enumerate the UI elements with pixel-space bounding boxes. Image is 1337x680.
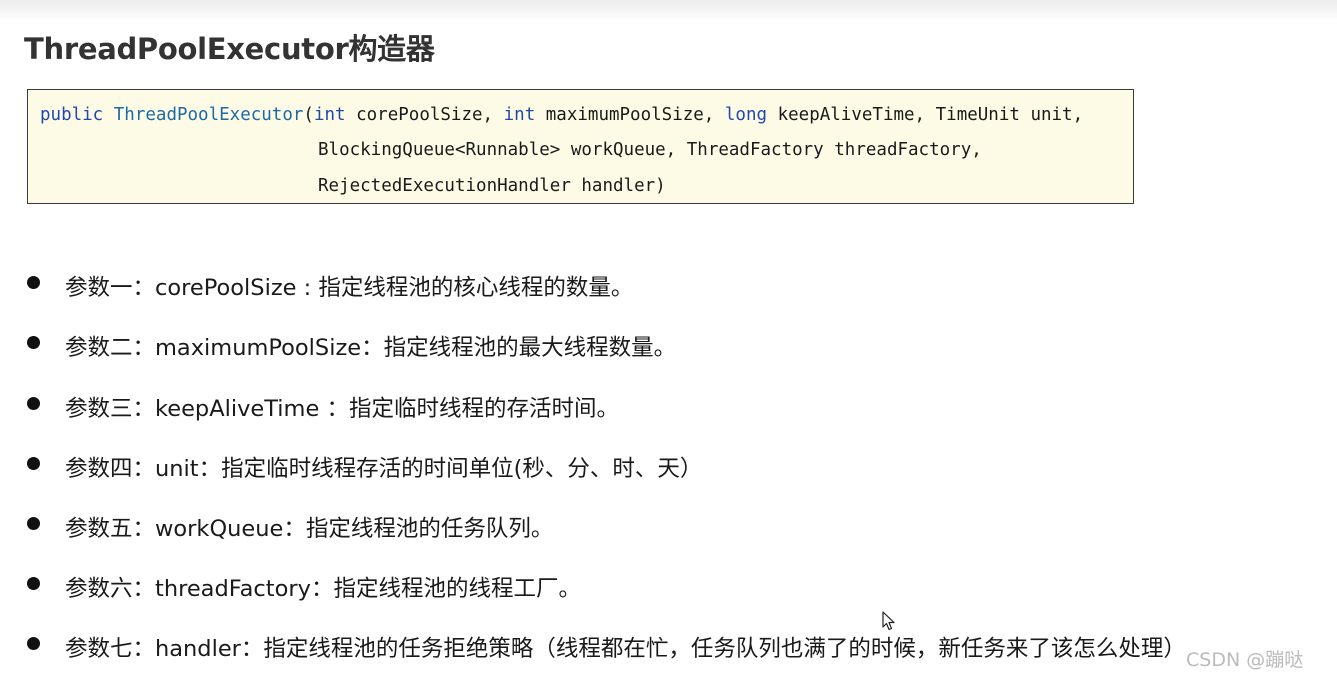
- code-keyword-long: long: [724, 105, 768, 125]
- list-item-text: 参数七：handler：指定线程池的任务拒绝策略（线程都在忙，任务队列也满了的时…: [65, 636, 1186, 662]
- bullet-dot-icon: [27, 637, 40, 650]
- list-item-text: 参数三：keepAliveTime ：指定临时线程的存活时间。: [65, 396, 619, 422]
- code-param-core: corePoolSize,: [345, 105, 504, 125]
- list-item-text: 参数五：workQueue：指定线程池的任务队列。: [65, 516, 554, 542]
- code-line-3: RejectedExecutionHandler handler): [318, 176, 666, 196]
- bullet-dot-icon: [27, 457, 40, 470]
- list-item-text: 参数一：corePoolSize : 指定线程池的核心线程的数量。: [65, 275, 634, 301]
- top-bar: [0, 0, 1337, 22]
- code-keyword-int-2: int: [503, 105, 536, 125]
- code-block: public ThreadPoolExecutor(int corePoolSi…: [27, 89, 1134, 204]
- code-param-rest: keepAliveTime, TimeUnit unit,: [767, 105, 1084, 125]
- bullet-dot-icon: [27, 397, 40, 410]
- code-param-max: maximumPoolSize,: [535, 105, 725, 125]
- mouse-pointer-icon: [882, 611, 895, 631]
- code-paren: (: [303, 105, 314, 125]
- list-item-text: 参数四：unit：指定临时线程存活的时间单位(秒、分、时、天）: [65, 456, 703, 482]
- list-item-text: 参数二：maximumPoolSize：指定线程池的最大线程数量。: [65, 335, 677, 361]
- page-title: ThreadPoolExecutor构造器: [24, 32, 435, 66]
- list-item-text: 参数六：threadFactory：指定线程池的线程工厂。: [65, 576, 581, 602]
- bullet-dot-icon: [27, 517, 40, 530]
- bullet-dot-icon: [27, 276, 40, 289]
- code-class-name: ThreadPoolExecutor: [113, 105, 304, 125]
- watermark: CSDN @蹦哒: [1186, 649, 1304, 671]
- code-line-2: BlockingQueue<Runnable> workQueue, Threa…: [318, 140, 982, 160]
- bullet-dot-icon: [27, 336, 40, 349]
- code-keyword-public: public: [40, 105, 104, 125]
- code-keyword-int: int: [313, 105, 346, 125]
- code-line-1: public ThreadPoolExecutor(int corePoolSi…: [40, 105, 1083, 125]
- bullet-dot-icon: [27, 577, 40, 590]
